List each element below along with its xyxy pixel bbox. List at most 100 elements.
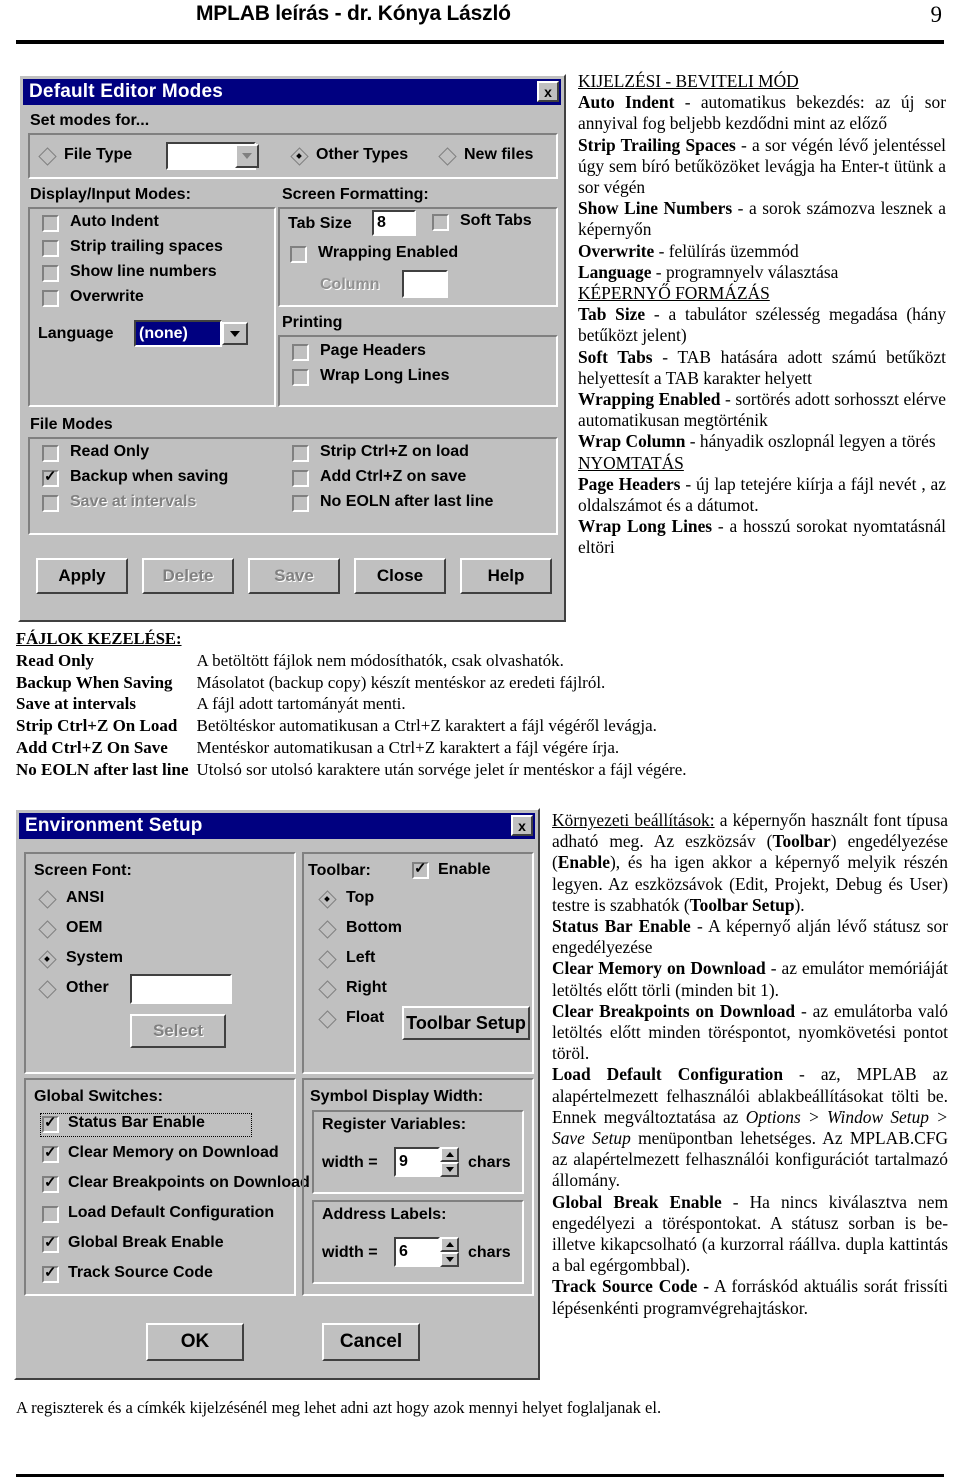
save-button[interactable]: Save (248, 558, 340, 594)
radio-toolbar-top[interactable] (320, 892, 336, 908)
address-labels-label: Address Labels: (322, 1206, 447, 1223)
checkbox-clear-breakpoints-on-download[interactable] (42, 1173, 59, 1193)
default-editor-modes-dialog[interactable]: Default Editor Modes x Set modes for... … (18, 74, 566, 622)
close-icon[interactable]: x (537, 81, 559, 102)
radio-font-ansi-label: ANSI (66, 889, 105, 906)
delete-button[interactable]: Delete (142, 558, 234, 594)
toolbar-setup-button[interactable]: Toolbar Setup (402, 1006, 530, 1040)
env-dialog-title: Environment Setup (25, 815, 203, 836)
ok-button[interactable]: OK (146, 1323, 244, 1361)
cancel-button[interactable]: Cancel (322, 1323, 420, 1361)
stepper-up-icon[interactable] (440, 1147, 459, 1162)
wrap-column-input[interactable] (402, 270, 448, 298)
radio-other-types[interactable] (292, 149, 308, 165)
select-font-button[interactable]: Select (130, 1014, 226, 1048)
register-width-stepper[interactable] (440, 1147, 459, 1177)
checkbox-clear-memory-on-download[interactable] (42, 1143, 59, 1163)
checkbox-load-default-configuration[interactable] (42, 1206, 59, 1223)
checkbox-auto-indent[interactable] (42, 215, 59, 232)
help-button[interactable]: Help (460, 558, 552, 594)
address-width-prefix: width = (322, 1244, 378, 1261)
radio-font-other[interactable] (40, 982, 56, 998)
page-number: 9 (930, 2, 943, 27)
apply-button[interactable]: Apply (36, 558, 128, 594)
checkbox-no-eoln-after-last-line-label: No EOLN after last line (320, 493, 494, 510)
language-chevron-down-icon[interactable] (222, 322, 248, 345)
radio-toolbar-float[interactable] (320, 1012, 336, 1028)
checkbox-page-headers[interactable] (292, 344, 309, 361)
table-row: Add Ctrl+Z On Save Mentéskor automatikus… (16, 737, 687, 759)
table-cell-desc: A betöltött fájlok nem módosíthatók, csa… (196, 650, 564, 670)
radio-file-type[interactable] (40, 149, 56, 165)
radio-toolbar-right-label: Right (346, 979, 387, 996)
display-input-modes-label: Display/Input Modes: (30, 186, 191, 203)
notes-heading-screen-formatting: KÉPERNYŐ FORMÁZÁS (578, 283, 770, 304)
checkbox-strip-ctrlz-on-load-label: Strip Ctrl+Z on load (320, 443, 469, 460)
radio-toolbar-float-label: Float (346, 1009, 385, 1026)
note-load-default-configuration: Load Default Configuration - az, MPLAB a… (552, 1064, 948, 1191)
note-strip-trailing-spaces: Strip Trailing Spaces - a sor végén lévő… (578, 134, 946, 198)
note-language: Language - programnyelv választása (578, 261, 839, 282)
checkbox-track-source-code[interactable] (42, 1263, 59, 1283)
note-page-headers: Page Headers - új lap tetejére kiírja a … (578, 473, 946, 516)
notes-heading-printing: NYOMTATÁS (578, 452, 684, 473)
note-soft-tabs: Soft Tabs - TAB hatására adott számú bet… (578, 346, 946, 388)
file-modes-label: File Modes (30, 416, 113, 433)
table-cell-term: Backup When Saving (16, 672, 173, 692)
address-width-stepper[interactable] (440, 1237, 459, 1267)
note-wrap-long-lines: Wrap Long Lines - a hosszú sorokat nyomt… (578, 516, 947, 558)
checkbox-no-eoln-after-last-line[interactable] (292, 495, 309, 512)
table-row: No EOLN after last line Utolsó sor utols… (16, 759, 687, 781)
environment-setup-dialog[interactable]: Environment Setup x Screen Font: ANSI OE… (14, 808, 540, 1380)
address-width-input[interactable]: 6 (394, 1237, 440, 1267)
radio-font-oem[interactable] (40, 922, 56, 938)
other-font-input[interactable] (130, 974, 232, 1004)
radio-toolbar-left[interactable] (320, 952, 336, 968)
checkbox-wrap-long-lines[interactable] (292, 369, 309, 386)
notes-heading-display-input: KIJELZÉSI - BEVITELI MÓD (578, 71, 799, 91)
radio-new-files[interactable] (440, 149, 456, 165)
dialog-titlebar[interactable]: Default Editor Modes x (23, 79, 561, 105)
checkbox-backup-when-saving[interactable] (42, 467, 59, 487)
checkbox-soft-tabs[interactable] (432, 214, 449, 231)
checkbox-toolbar-enable-label: Enable (438, 861, 491, 878)
checkbox-add-ctrlz-on-save[interactable] (292, 470, 309, 487)
close-icon[interactable]: x (511, 815, 533, 836)
register-width-input[interactable]: 9 (394, 1147, 440, 1177)
checkbox-backup-when-saving-label: Backup when saving (70, 468, 229, 485)
table-cell-term: Strip Ctrl+Z On Load (16, 716, 178, 736)
checkbox-read-only[interactable] (42, 445, 59, 462)
checkbox-strip-trailing-spaces[interactable] (42, 240, 59, 257)
note-tab-size: Tab Size - a tabulátor szélesség megadás… (578, 304, 946, 346)
env-dialog-titlebar[interactable]: Environment Setup x (19, 813, 535, 839)
close-button[interactable]: Close (354, 558, 446, 594)
note-overwrite: Overwrite - felülírás üzemmód (578, 240, 799, 261)
printing-label: Printing (282, 314, 343, 331)
checkbox-global-break-enable[interactable] (42, 1233, 59, 1253)
chevron-down-icon[interactable] (235, 144, 259, 168)
stepper-up-icon[interactable] (440, 1237, 459, 1252)
set-modes-label: Set modes for... (30, 112, 150, 129)
radio-toolbar-bottom[interactable] (320, 922, 336, 938)
checkbox-status-bar-enable[interactable] (42, 1113, 59, 1133)
stepper-down-icon[interactable] (440, 1162, 459, 1177)
wrap-column-label: Column (320, 276, 380, 293)
table-cell-term: No EOLN after last line (16, 759, 189, 779)
radio-font-ansi[interactable] (40, 892, 56, 908)
stepper-down-icon[interactable] (440, 1252, 459, 1267)
radio-toolbar-right[interactable] (320, 982, 336, 998)
tab-size-input[interactable]: 8 (372, 210, 416, 236)
checkbox-wrapping-enabled[interactable] (290, 246, 307, 263)
checkbox-show-line-numbers[interactable] (42, 265, 59, 282)
checkbox-overwrite[interactable] (42, 290, 59, 307)
language-select[interactable]: (none) (134, 320, 222, 347)
checkbox-strip-ctrlz-on-load[interactable] (292, 445, 309, 462)
global-switches-label: Global Switches: (34, 1088, 163, 1105)
screen-font-label: Screen Font: (34, 862, 132, 879)
note-env-intro: Környezeti beállítások: a képernyőn hasz… (552, 810, 948, 915)
table-row: Strip Ctrl+Z On Load Betöltéskor automat… (16, 715, 687, 737)
radio-font-system[interactable] (40, 952, 56, 968)
radio-font-oem-label: OEM (66, 919, 103, 936)
checkbox-save-at-intervals[interactable] (42, 495, 59, 512)
checkbox-toolbar-enable[interactable] (412, 859, 429, 879)
